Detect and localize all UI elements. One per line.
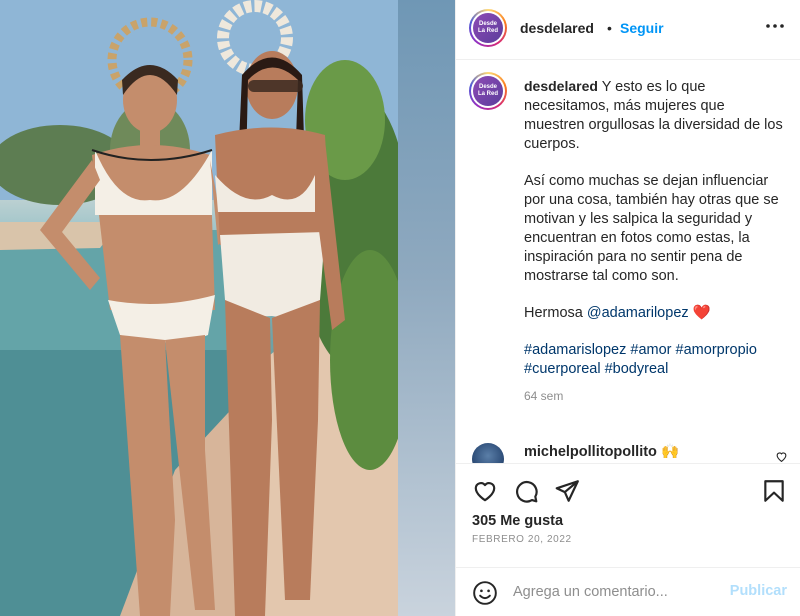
author-username[interactable]: desdelared bbox=[520, 20, 594, 36]
commenter-username[interactable]: michelpollitopollito 🙌 bbox=[524, 443, 679, 460]
author-avatar[interactable]: Desde La Red bbox=[469, 9, 507, 47]
hashtag-list: #adamarislopez #amor #amorpropio #cuerpo… bbox=[524, 341, 786, 379]
separator-dot: • bbox=[607, 20, 612, 36]
add-comment-bar: Publicar bbox=[456, 567, 800, 616]
ellipsis-icon[interactable] bbox=[763, 14, 787, 44]
follow-button[interactable]: Seguir bbox=[620, 20, 664, 36]
photo-edge-strip bbox=[398, 0, 455, 616]
hashtag-link[interactable]: #bodyreal bbox=[605, 361, 669, 377]
photo-illustration bbox=[0, 0, 410, 616]
raised-hands-emoji: 🙌 bbox=[660, 444, 680, 460]
post-actions: 305 Me gusta FEBRERO 20, 2022 bbox=[456, 463, 800, 566]
share-icon[interactable] bbox=[554, 478, 580, 504]
caption-text: desdelared Y esto es lo que necesitamos,… bbox=[524, 77, 786, 406]
heart-icon[interactable] bbox=[472, 478, 498, 504]
emoji-icon[interactable] bbox=[472, 580, 498, 606]
publish-button[interactable]: Publicar bbox=[730, 583, 787, 599]
likes-count[interactable]: 305 Me gusta bbox=[472, 513, 563, 529]
hashtag-link[interactable]: #amor bbox=[630, 342, 671, 358]
caption-area: Desde La Red desdelared Y esto es lo que … bbox=[456, 61, 800, 463]
post-header: Desde La Red desdelared • Seguir bbox=[456, 0, 800, 60]
commenter-avatar[interactable] bbox=[472, 443, 504, 463]
desdelared-logo: Desde La Red bbox=[473, 13, 503, 43]
comment-like-heart-icon[interactable] bbox=[775, 450, 788, 463]
hashtag-link[interactable]: #amorpropio bbox=[676, 342, 757, 358]
comment-icon[interactable] bbox=[513, 478, 539, 504]
caption-username[interactable]: desdelared bbox=[524, 78, 598, 94]
post-date: FEBRERO 20, 2022 bbox=[472, 534, 572, 545]
comment-input[interactable] bbox=[513, 580, 718, 604]
hashtag-link[interactable]: #adamarislopez bbox=[524, 342, 626, 358]
caption-paragraph-3: Hermosa bbox=[524, 305, 587, 321]
caption-author-avatar[interactable]: Desde La Red bbox=[469, 72, 507, 110]
mention-link[interactable]: @adamarilopez bbox=[587, 305, 689, 321]
post-detail-panel: Desde La Red desdelared • Seguir Desde La … bbox=[455, 0, 800, 616]
desdelared-logo: Desde La Red bbox=[473, 76, 503, 106]
bookmark-icon[interactable] bbox=[761, 478, 787, 504]
caption-paragraph-2: Así como muchas se dejan influenciar por… bbox=[524, 173, 779, 284]
caption-time-ago[interactable]: 64 sem bbox=[524, 387, 786, 406]
post-photo[interactable] bbox=[0, 0, 455, 616]
heart-emoji: ❤️ bbox=[692, 305, 711, 321]
comment-item: michelpollitopollito 🙌 bbox=[456, 440, 800, 463]
hashtag-link[interactable]: #cuerporeal bbox=[524, 361, 601, 377]
